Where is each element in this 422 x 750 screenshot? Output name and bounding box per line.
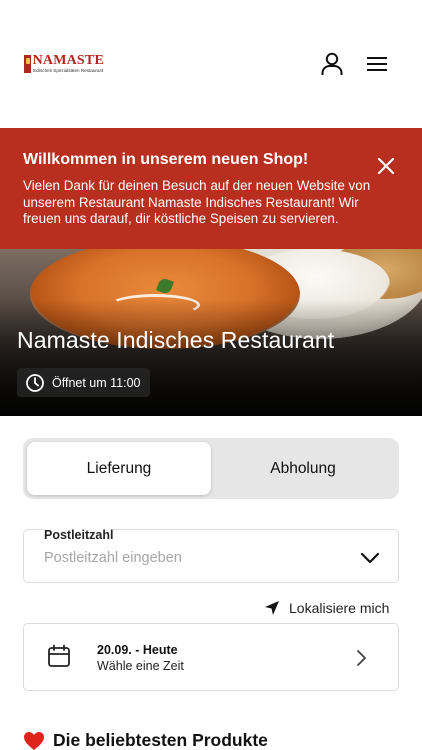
popular-products-heading: Die beliebtesten Produkte <box>23 730 268 750</box>
pickup-tab[interactable]: Abholung <box>211 442 395 495</box>
order-mode-toggle: Lieferung Abholung <box>23 438 399 499</box>
opening-status-text: Öffnet um 11:00 <box>52 375 141 390</box>
hamburger-menu-icon <box>367 57 387 71</box>
restaurant-hero: Namaste Indisches Restaurant Öffnet um 1… <box>0 249 422 416</box>
logo-mark-icon <box>24 55 31 73</box>
restaurant-name: Namaste Indisches Restaurant <box>17 327 335 353</box>
menu-button[interactable] <box>363 50 391 78</box>
clock-icon <box>26 373 44 392</box>
delivery-time-picker[interactable]: 20.09. - Heute Wähle eine Zeit <box>23 623 399 691</box>
popular-products-title: Die beliebtesten Produkte <box>53 730 268 750</box>
heart-icon <box>24 731 44 750</box>
locate-me-label: Lokalisiere mich <box>289 600 390 616</box>
namaste-logo[interactable]: NAMASTE Indisches Spezialitäten Restaura… <box>24 54 104 76</box>
app-header: NAMASTE Indisches Spezialitäten Restaura… <box>0 0 422 128</box>
banner-title: Willkommen in unserem neuen Shop! <box>23 151 309 168</box>
welcome-banner: Willkommen in unserem neuen Shop! Vielen… <box>0 128 422 249</box>
chevron-right-icon <box>357 650 366 666</box>
postal-code-input[interactable] <box>44 550 344 566</box>
locate-me-button[interactable]: Lokalisiere mich <box>264 598 389 618</box>
postal-code-label: Postleitzahl <box>44 528 114 542</box>
calendar-icon <box>48 644 70 667</box>
banner-close-button[interactable] <box>374 154 398 178</box>
chevron-down-icon[interactable] <box>360 551 380 565</box>
logo-name: NAMASTE <box>32 53 104 68</box>
opening-status-badge: Öffnet um 11:00 <box>17 368 151 397</box>
logo-subtitle: Indisches Spezialitäten Restaurant <box>32 68 104 73</box>
location-arrow-icon <box>265 601 279 615</box>
date-title: 20.09. - Heute <box>97 643 178 657</box>
account-button[interactable] <box>318 50 346 78</box>
delivery-tab[interactable]: Lieferung <box>27 442 211 495</box>
close-icon <box>377 157 395 175</box>
user-icon <box>321 52 343 75</box>
date-subtitle: Wähle eine Zeit <box>97 659 184 673</box>
banner-text: Vielen Dank für deinen Besuch auf der ne… <box>23 178 371 226</box>
postal-code-field: Postleitzahl <box>23 528 399 583</box>
